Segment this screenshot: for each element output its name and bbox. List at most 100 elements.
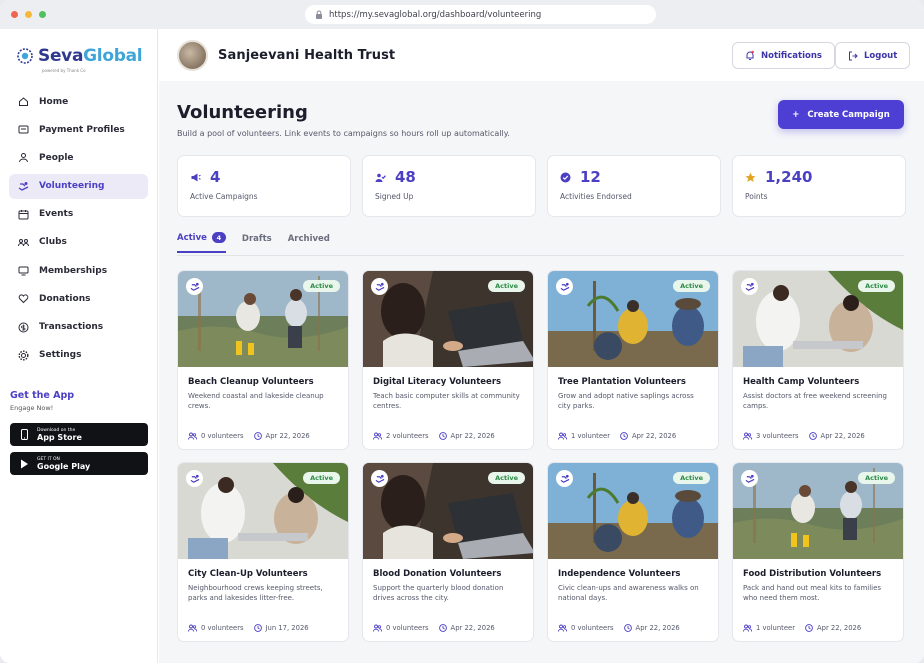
volunteer-count-text: 1 volunteer <box>756 624 795 632</box>
campaign-meta: 0 volunteers Apr 22, 2026 <box>558 624 680 632</box>
address-bar[interactable]: https://my.sevaglobal.org/dashboard/volu… <box>305 5 656 24</box>
sidebar-item-label: Transactions <box>39 322 104 332</box>
sidebar-item-clubs[interactable]: Clubs <box>9 230 148 255</box>
clock-icon <box>620 432 628 440</box>
status-badge: Active <box>858 280 895 292</box>
tab-label: Active <box>177 232 207 243</box>
volunteers-icon <box>558 432 567 440</box>
campaign-date-text: Apr 22, 2026 <box>265 432 310 440</box>
campaign-image: Active <box>733 463 903 559</box>
campaign-card[interactable]: Active City Clean-Up Volunteers Neighbourh… <box>177 462 349 642</box>
campaign-title: Digital Literacy Volunteers <box>373 377 502 387</box>
campaign-type-icon <box>556 278 573 295</box>
clock-icon <box>438 624 447 632</box>
app-store-button[interactable]: Download on the App Store <box>10 423 148 446</box>
campaign-type-icon <box>741 278 758 295</box>
page-subtitle: Build a pool of volunteers. Link events … <box>177 129 510 138</box>
powered-by-text: powered by Thank Co <box>42 68 86 73</box>
campaign-meta: 3 volunteers Apr 22, 2026 <box>743 432 865 440</box>
sidebar-item-events[interactable]: Events <box>9 202 148 227</box>
url-text: https://my.sevaglobal.org/dashboard/volu… <box>329 9 542 20</box>
stat-label: Active Campaigns <box>190 192 258 201</box>
tab-drafts[interactable]: Drafts <box>242 232 272 253</box>
tab-archived[interactable]: Archived <box>288 232 330 253</box>
browser-window: https://my.sevaglobal.org/dashboard/volu… <box>0 0 924 663</box>
stat-card-signed-up: 48 Signed Up <box>362 155 536 217</box>
campaign-title: Tree Plantation Volunteers <box>558 377 686 387</box>
sidebar-item-volunteering[interactable]: Volunteering <box>9 173 148 199</box>
campaign-description: Teach basic computer skills at community… <box>373 392 520 410</box>
browser-titlebar: https://my.sevaglobal.org/dashboard/volu… <box>0 0 924 29</box>
campaign-type-icon <box>186 470 203 487</box>
close-window-button[interactable] <box>11 11 18 18</box>
volunteer-count-text: 0 volunteers <box>571 624 614 632</box>
sidebar-nav: Home Payment Profiles People Volunteering Ev… <box>9 89 148 371</box>
campaign-meta: 0 volunteers Apr 22, 2026 <box>188 432 310 440</box>
payment-icon <box>18 125 29 134</box>
campaign-meta: 1 volunteer Apr 22, 2026 <box>743 624 861 632</box>
sidebar-item-memberships[interactable]: Memberships <box>9 258 148 283</box>
campaign-title: Blood Donation Volunteers <box>373 569 502 579</box>
brand-name: SevaGlobal <box>38 46 143 66</box>
volunteer-hand-icon <box>375 474 384 483</box>
status-badge: Active <box>303 472 340 484</box>
maximize-window-button[interactable] <box>39 11 46 18</box>
sidebar-item-home[interactable]: Home <box>9 89 148 114</box>
campaign-type-icon <box>556 470 573 487</box>
campaign-card[interactable]: Active Tree Plantation Volunteers Grow and… <box>547 270 719 450</box>
sidebar-item-transactions[interactable]: Transactions <box>9 315 148 340</box>
create-campaign-button[interactable]: + Create Campaign <box>778 100 904 129</box>
volunteer-count: 2 volunteers <box>373 432 429 440</box>
campaign-date: Apr 22, 2026 <box>620 432 676 440</box>
volunteer-hand-icon <box>190 474 199 483</box>
volunteer-count-text: 3 volunteers <box>756 432 799 440</box>
volunteers-icon <box>373 624 382 632</box>
volunteer-count: 3 volunteers <box>743 432 799 440</box>
campaign-card[interactable]: Active Food Distribution Volunteers Pack a… <box>732 462 904 642</box>
volunteers-icon <box>743 432 752 440</box>
campaign-description: Weekend coastal and lakeside cleanup cre… <box>188 392 324 410</box>
sidebar-item-label: Home <box>39 96 69 107</box>
campaign-description: Civic clean-ups and awareness walks on n… <box>558 584 699 602</box>
campaign-meta: 1 volunteer Apr 22, 2026 <box>558 432 676 440</box>
volunteer-hand-icon <box>745 474 754 483</box>
dollar-icon <box>18 322 29 332</box>
clock-icon <box>253 624 262 632</box>
minimize-window-button[interactable] <box>25 11 32 18</box>
sidebar-item-people[interactable]: People <box>9 145 148 170</box>
campaign-date-text: Apr 22, 2026 <box>450 624 495 632</box>
sidebar-item-settings[interactable]: Settings <box>9 343 148 368</box>
stat-value: 12 <box>580 168 601 186</box>
campaign-title: Food Distribution Volunteers <box>743 569 882 579</box>
apple-icon <box>21 429 28 440</box>
sidebar-item-payment-profiles[interactable]: Payment Profiles <box>9 117 148 142</box>
campaign-card[interactable]: Active Health Camp Volunteers Assist docto… <box>732 270 904 450</box>
brand-logo[interactable]: SevaGlobal <box>16 46 143 66</box>
campaign-date: Jun 17, 2026 <box>253 624 309 632</box>
notifications-button[interactable]: Notifications <box>732 42 835 69</box>
campaign-date: Apr 22, 2026 <box>253 432 310 440</box>
window-controls <box>11 11 46 18</box>
tab-active[interactable]: Active 4 <box>177 232 226 253</box>
campaign-grid: Active Beach Cleanup Volunteers Weekend co… <box>177 270 904 642</box>
stat-label: Activities Endorsed <box>560 192 632 201</box>
sidebar-item-donations[interactable]: Donations <box>9 286 148 311</box>
campaign-card[interactable]: Active Beach Cleanup Volunteers Weekend co… <box>177 270 349 450</box>
volunteers-icon <box>558 624 567 632</box>
campaign-image: Active <box>548 463 718 559</box>
stat-label: Points <box>745 192 768 201</box>
sidebar-item-label: Events <box>39 209 74 220</box>
app-store-small-text: Download on the <box>37 427 76 433</box>
logout-button[interactable]: Logout <box>835 42 911 69</box>
volunteer-count-text: 0 volunteers <box>386 624 429 632</box>
campaign-card[interactable]: Active Blood Donation Volunteers Support t… <box>362 462 534 642</box>
volunteer-hand-icon <box>375 282 384 291</box>
org-avatar[interactable] <box>177 39 208 71</box>
campaign-card[interactable]: Active Independence Volunteers Civic clean… <box>547 462 719 642</box>
campaign-card[interactable]: Active Digital Literacy Volunteers Teach b… <box>362 270 534 450</box>
campaign-image: Active <box>178 463 348 559</box>
sidebar-item-label: Payment Profiles <box>39 124 125 135</box>
user-check-icon <box>375 173 386 182</box>
google-play-button[interactable]: GET IT ON Google Play <box>10 452 148 475</box>
sidebar-item-label: Clubs <box>39 237 67 248</box>
